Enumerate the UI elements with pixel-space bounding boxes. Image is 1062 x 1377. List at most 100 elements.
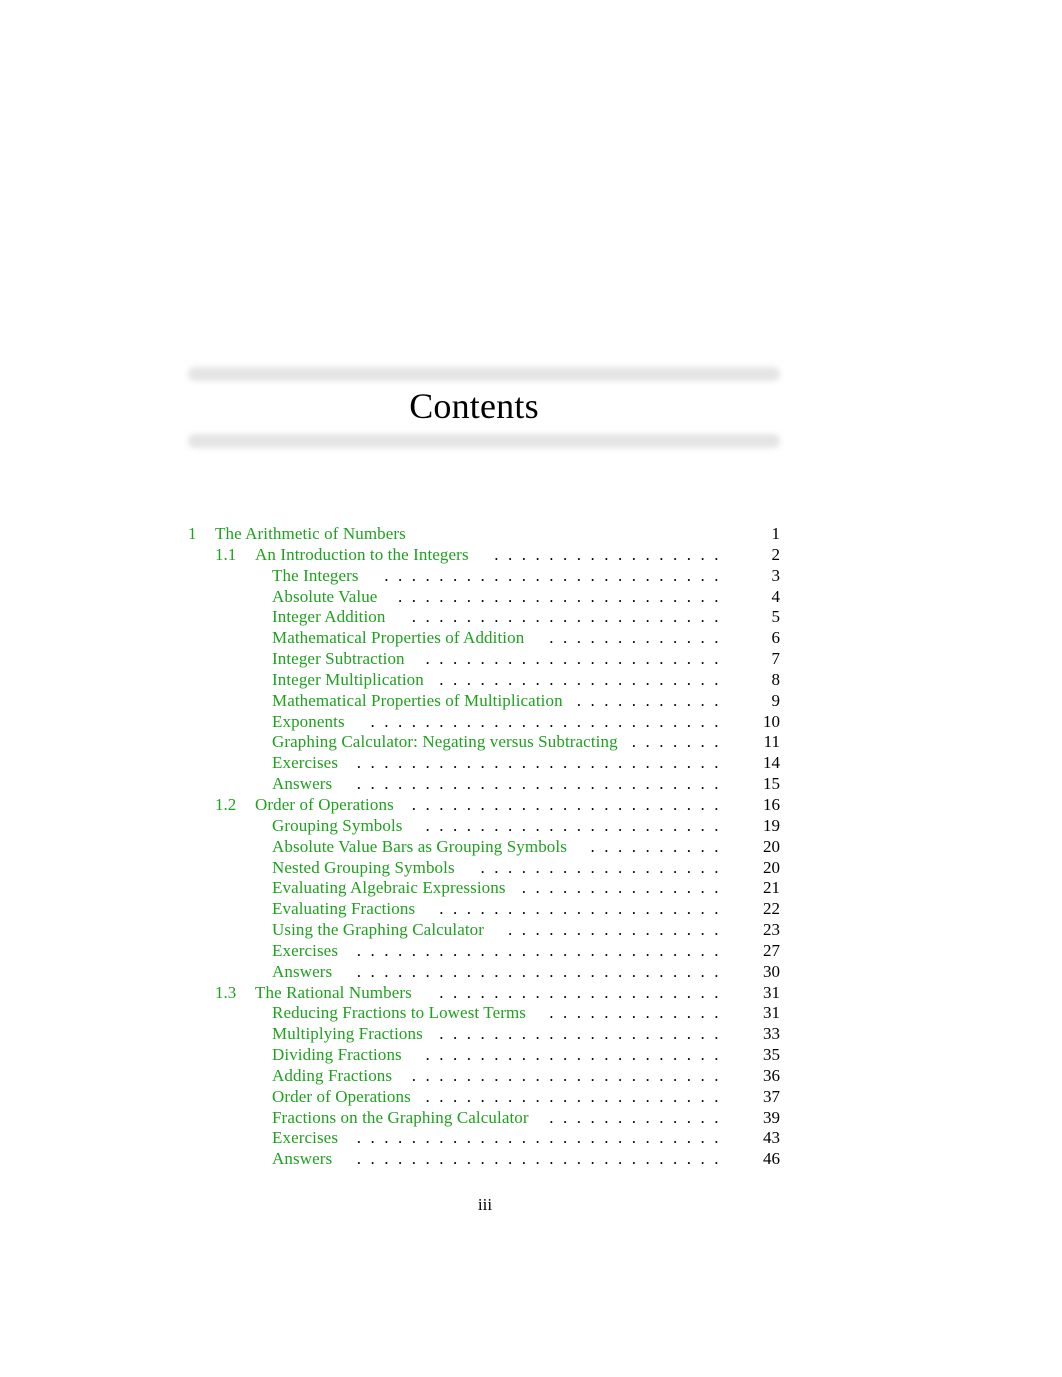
toc-entry-label[interactable]: Mathematical Properties of Addition [272, 628, 524, 649]
toc-entry-page[interactable]: 3 [772, 566, 781, 587]
toc-entry[interactable]: Nested Grouping Symbols.................… [188, 858, 780, 879]
toc-entry-page[interactable]: 19 [763, 816, 780, 837]
toc-entry[interactable]: 1.3 The Rational Numbers.................… [188, 983, 780, 1004]
toc-entry-label[interactable]: Using the Graphing Calculator [272, 920, 484, 941]
toc-entry[interactable]: Evaluating Fractions....................… [188, 899, 780, 920]
toc-entry-page[interactable]: 33 [763, 1024, 780, 1045]
toc-entry-page[interactable]: 23 [763, 920, 780, 941]
toc-entry-page[interactable]: 35 [763, 1045, 780, 1066]
toc-entry-number[interactable]: 1 [188, 524, 197, 545]
toc-entry-page[interactable]: 14 [763, 753, 780, 774]
toc-entry-label[interactable]: Evaluating Fractions [272, 899, 415, 920]
toc-entry-page[interactable]: 5 [772, 607, 781, 628]
toc-entry-label[interactable]: Exercises [272, 753, 338, 774]
toc-entry[interactable]: The Integers......................... 3 [188, 566, 780, 587]
toc-entry[interactable]: Reducing Fractions to Lowest Terms......… [188, 1003, 780, 1024]
toc-entry-page[interactable]: 22 [763, 899, 780, 920]
toc-entry[interactable]: Mathematical Properties of Multiplicatio… [188, 691, 780, 712]
toc-entry-label[interactable]: Absolute Value Bars as Grouping Symbols [272, 837, 567, 858]
toc-entry-page[interactable]: 2 [772, 545, 781, 566]
toc-entry[interactable]: Multiplying Fractions...................… [188, 1024, 780, 1045]
toc-entry-page[interactable]: 7 [772, 649, 781, 670]
toc-entry-page[interactable]: 27 [763, 941, 780, 962]
toc-entry-label[interactable]: Integer Subtraction [272, 649, 405, 670]
toc-entry[interactable]: Exercises........................... 27 [188, 941, 780, 962]
toc-entry[interactable]: Evaluating Algebraic Expressions........… [188, 878, 780, 899]
toc-entry[interactable]: Graphing Calculator: Negating versus Sub… [188, 732, 780, 753]
toc-entry-label[interactable]: Order of Operations [272, 1087, 411, 1108]
toc-entry-page[interactable]: 37 [763, 1087, 780, 1108]
toc-entry[interactable]: Mathematical Properties of Addition.....… [188, 628, 780, 649]
toc-entry-label[interactable]: An Introduction to the Integers [255, 545, 469, 566]
toc-entry[interactable]: 1 The Arithmetic of Numbers 1 [188, 524, 780, 545]
toc-entry-page[interactable]: 20 [763, 858, 780, 879]
toc-entry-number[interactable]: 1.2 [215, 795, 236, 816]
toc-entry-label[interactable]: The Arithmetic of Numbers [215, 524, 406, 545]
toc-entry-label[interactable]: Evaluating Algebraic Expressions [272, 878, 506, 899]
toc-entry-label[interactable]: Exercises [272, 941, 338, 962]
toc-entry-page[interactable]: 4 [772, 587, 781, 608]
toc-entry[interactable]: Exercises........................... 14 [188, 753, 780, 774]
toc-entry-page[interactable]: 11 [764, 732, 780, 753]
toc-entry-page[interactable]: 8 [772, 670, 781, 691]
toc-entry-label[interactable]: The Integers [272, 566, 359, 587]
toc-entry[interactable]: Integer Addition....................... 5 [188, 607, 780, 628]
toc-entry-page[interactable]: 15 [763, 774, 780, 795]
toc-entry[interactable]: Fractions on the Graphing Calculator....… [188, 1108, 780, 1129]
toc-entry-label[interactable]: Order of Operations [255, 795, 394, 816]
toc-entry[interactable]: Integer Subtraction.....................… [188, 649, 780, 670]
toc-entry-page[interactable]: 10 [763, 712, 780, 733]
toc-entry-page[interactable]: 1 [772, 524, 781, 545]
toc-entry[interactable]: Integer Multiplication..................… [188, 670, 780, 691]
toc-entry[interactable]: Answers........................... 30 [188, 962, 780, 983]
toc-entry-page[interactable]: 31 [763, 1003, 780, 1024]
toc-entry-label[interactable]: Reducing Fractions to Lowest Terms [272, 1003, 526, 1024]
toc-entry-label[interactable]: Multiplying Fractions [272, 1024, 423, 1045]
toc-entry-label[interactable]: Answers [272, 774, 332, 795]
toc-entry-label[interactable]: Answers [272, 1149, 332, 1170]
toc-entry-label[interactable]: Answers [272, 962, 332, 983]
toc-entry-label[interactable]: Integer Multiplication [272, 670, 424, 691]
toc-entry-page[interactable]: 30 [763, 962, 780, 983]
toc-entry-label[interactable]: Adding Fractions [272, 1066, 392, 1087]
toc-entry-label[interactable]: Exercises [272, 1128, 338, 1149]
toc-entry-page[interactable]: 21 [763, 878, 780, 899]
toc-entry[interactable]: Using the Graphing Calculator...........… [188, 920, 780, 941]
toc-entry-label[interactable]: Mathematical Properties of Multiplicatio… [272, 691, 563, 712]
toc-entry-page[interactable]: 31 [763, 983, 780, 1004]
toc-entry-page[interactable]: 20 [763, 837, 780, 858]
toc-entry-label[interactable]: Exponents [272, 712, 345, 733]
toc-entry-label[interactable]: Grouping Symbols [272, 816, 403, 837]
toc-entry-page[interactable]: 6 [772, 628, 781, 649]
toc-entry[interactable]: Absolute Value Bars as Grouping Symbols.… [188, 837, 780, 858]
toc-entry-page[interactable]: 16 [763, 795, 780, 816]
toc-entry[interactable]: Grouping Symbols...................... 19 [188, 816, 780, 837]
toc-entry[interactable]: Dividing Fractions......................… [188, 1045, 780, 1066]
toc-entry[interactable]: Exercises........................... 43 [188, 1128, 780, 1149]
toc-entry-page[interactable]: 36 [763, 1066, 780, 1087]
toc-entry[interactable]: Order of Operations.....................… [188, 1087, 780, 1108]
toc-entry-label[interactable]: Nested Grouping Symbols [272, 858, 455, 879]
toc-entry-page[interactable]: 43 [763, 1128, 780, 1149]
toc-entry[interactable]: Answers........................... 46 [188, 1149, 780, 1170]
toc-entry-label[interactable]: Fractions on the Graphing Calculator [272, 1108, 529, 1129]
toc-entry-label[interactable]: The Rational Numbers [255, 983, 412, 1004]
toc-entry-number[interactable]: 1.3 [215, 983, 236, 1004]
toc-entry[interactable]: Absolute Value........................ 4 [188, 587, 780, 608]
toc-entry[interactable]: Exponents.......................... 10 [188, 712, 780, 733]
toc-entry-page[interactable]: 46 [763, 1149, 780, 1170]
toc-entry[interactable]: 1.2 Order of Operations..................… [188, 795, 780, 816]
toc-entry-number[interactable]: 1.1 [215, 545, 236, 566]
page-number-footer: iii [477, 1195, 493, 1214]
toc-entry-label[interactable]: Absolute Value [272, 587, 377, 608]
toc-entry[interactable]: 1.1 An Introduction to the Integers......… [188, 545, 780, 566]
toc-entry-label[interactable]: Dividing Fractions [272, 1045, 402, 1066]
page-title: Contents [409, 386, 539, 426]
toc-entry-label[interactable]: Graphing Calculator: Negating versus Sub… [272, 732, 618, 753]
toc-entry-label[interactable]: Integer Addition [272, 607, 386, 628]
toc-entry[interactable]: Adding Fractions....................... 3… [188, 1066, 780, 1087]
toc-entry-page[interactable]: 39 [763, 1108, 780, 1129]
toc-entry[interactable]: Answers........................... 15 [188, 774, 780, 795]
dot-leader: ........................... [356, 753, 728, 773]
toc-entry-page[interactable]: 9 [772, 691, 781, 712]
